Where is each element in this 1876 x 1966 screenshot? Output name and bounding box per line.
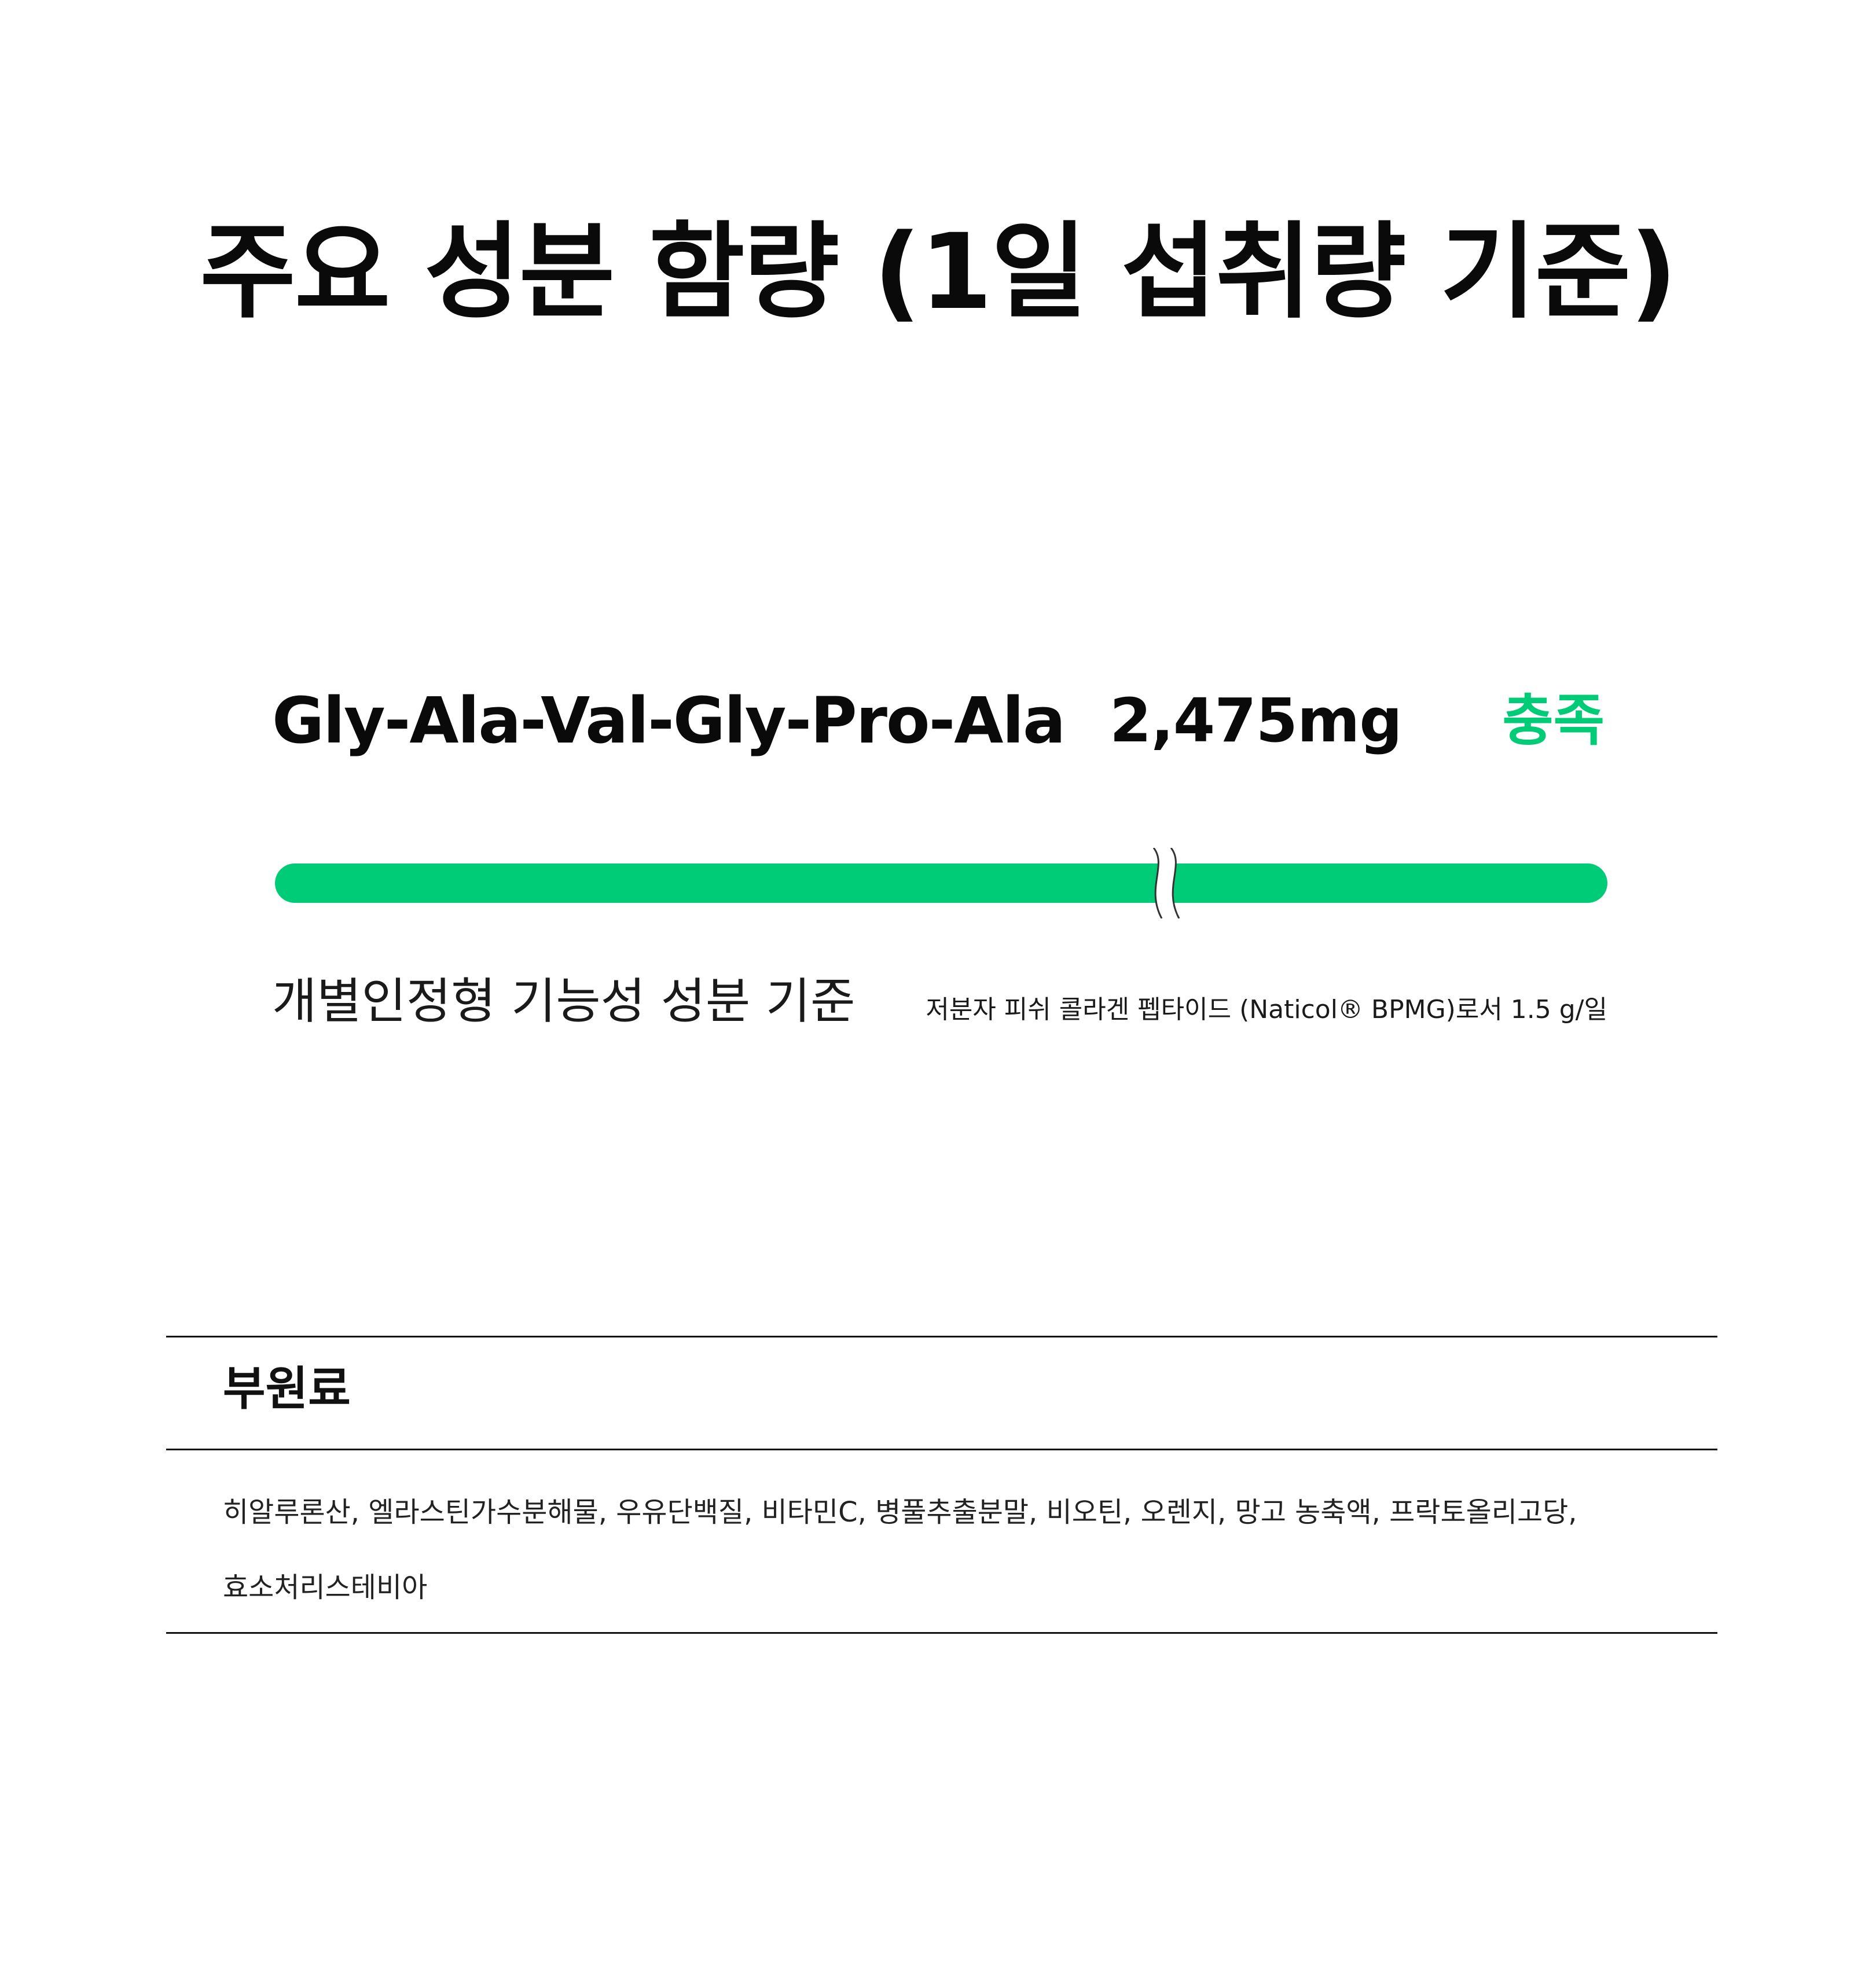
divider-middle bbox=[166, 1449, 1717, 1450]
progress-fill bbox=[275, 863, 1607, 903]
standard-note: 저분자 피쉬 콜라겐 펩타이드 (Naticol® BPMG)로서 1.5 g/… bbox=[926, 995, 1607, 1024]
progress-bar bbox=[275, 863, 1607, 903]
ingredient-amount: 2,475mg bbox=[1110, 685, 1403, 756]
divider-bottom bbox=[166, 1632, 1717, 1634]
divider-top bbox=[166, 1336, 1717, 1337]
standard-label: 개별인정형 기능성 성분 기준 bbox=[272, 973, 856, 1030]
sub-ingredients-line: 히알루론산, 엘라스틴가수분해물, 우유단백질, 비타민C, 병풀추출분말, 비… bbox=[223, 1496, 1577, 1528]
scale-break-icon bbox=[1152, 848, 1180, 918]
page-title: 주요 성분 함량 (1일 섭취량 기준) bbox=[200, 211, 1677, 333]
sub-ingredients-line: 효소처리스테비아 bbox=[223, 1571, 428, 1604]
sub-ingredients-heading: 부원료 bbox=[223, 1362, 351, 1416]
ingredient-name: Gly-Ala-Val-Gly-Pro-Ala bbox=[272, 683, 1066, 758]
sub-ingredients-list: 히알루론산, 엘라스틴가수분해물, 우유단백질, 비타민C, 병풀추출분말, 비… bbox=[223, 1475, 1670, 1625]
ingredient-row: Gly-Ala-Val-Gly-Pro-Ala 2,475mg 충족 bbox=[272, 677, 1605, 764]
status-badge: 충족 bbox=[1502, 688, 1605, 753]
